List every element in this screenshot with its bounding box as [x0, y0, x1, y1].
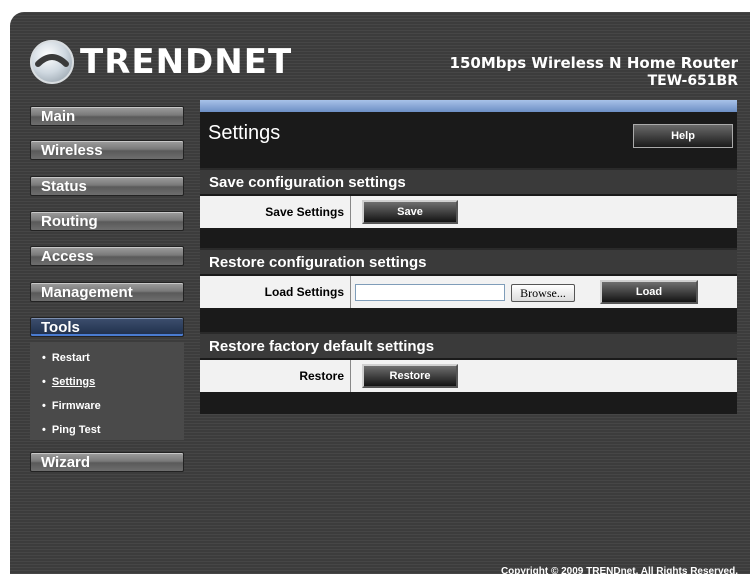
product-model: TEW-651BR [647, 73, 738, 89]
bullet-icon: • [42, 352, 46, 364]
row-divider [350, 276, 351, 308]
nav-routing[interactable]: Routing [30, 211, 184, 231]
page-title: Settings [208, 122, 281, 144]
save-settings-label: Save Settings [265, 205, 344, 219]
tools-submenu: • Restart • Settings • Firmware • Ping Test [30, 342, 184, 440]
settings-file-input[interactable] [355, 284, 505, 301]
submenu-item-ping-test[interactable]: • Ping Test [42, 424, 101, 436]
nav-tools[interactable]: Tools [30, 317, 184, 337]
nav-status[interactable]: Status [30, 176, 184, 196]
save-settings-row: Save Settings Save [200, 196, 737, 228]
factory-default-section-header: Restore factory default settings [200, 332, 737, 358]
load-settings-row: Load Settings Browse... Load [200, 276, 737, 308]
bullet-icon: • [42, 376, 46, 388]
submenu-item-firmware[interactable]: • Firmware [42, 400, 101, 412]
nav-main[interactable]: Main [30, 106, 184, 126]
submenu-item-restart[interactable]: • Restart [42, 352, 90, 364]
router-admin-frame: TRENDNET 150Mbps Wireless N Home Router … [10, 12, 750, 574]
bullet-icon: • [42, 424, 46, 436]
bullet-icon: • [42, 400, 46, 412]
restore-config-section-header: Restore configuration settings [200, 248, 737, 274]
product-info: 150Mbps Wireless N Home Router TEW-651BR [450, 54, 738, 90]
product-name: 150Mbps Wireless N Home Router [449, 54, 738, 72]
load-button[interactable]: Load [600, 280, 698, 304]
panel-top-bar [200, 100, 737, 112]
nav-access[interactable]: Access [30, 246, 184, 266]
save-button[interactable]: Save [362, 200, 458, 224]
nav-wireless[interactable]: Wireless [30, 140, 184, 160]
nav-management[interactable]: Management [30, 282, 184, 302]
settings-panel: Settings Help Save configuration setting… [200, 100, 737, 414]
submenu-item-settings[interactable]: • Settings [42, 376, 95, 388]
row-divider [350, 196, 351, 228]
restore-label: Restore [299, 369, 344, 383]
brand-name: TRENDNET [80, 42, 293, 82]
help-button[interactable]: Help [633, 124, 733, 148]
nav-wizard[interactable]: Wizard [30, 452, 184, 472]
restore-row: Restore Restore [200, 360, 737, 392]
load-settings-label: Load Settings [264, 285, 344, 299]
save-section-header: Save configuration settings [200, 168, 737, 194]
restore-button[interactable]: Restore [362, 364, 458, 388]
copyright-text: Copyright © 2009 TRENDnet. All Rights Re… [500, 566, 738, 574]
row-divider [350, 360, 351, 392]
browse-button[interactable]: Browse... [511, 284, 575, 302]
trendnet-logo-icon [30, 40, 74, 84]
brand-logo: TRENDNET [30, 40, 292, 84]
